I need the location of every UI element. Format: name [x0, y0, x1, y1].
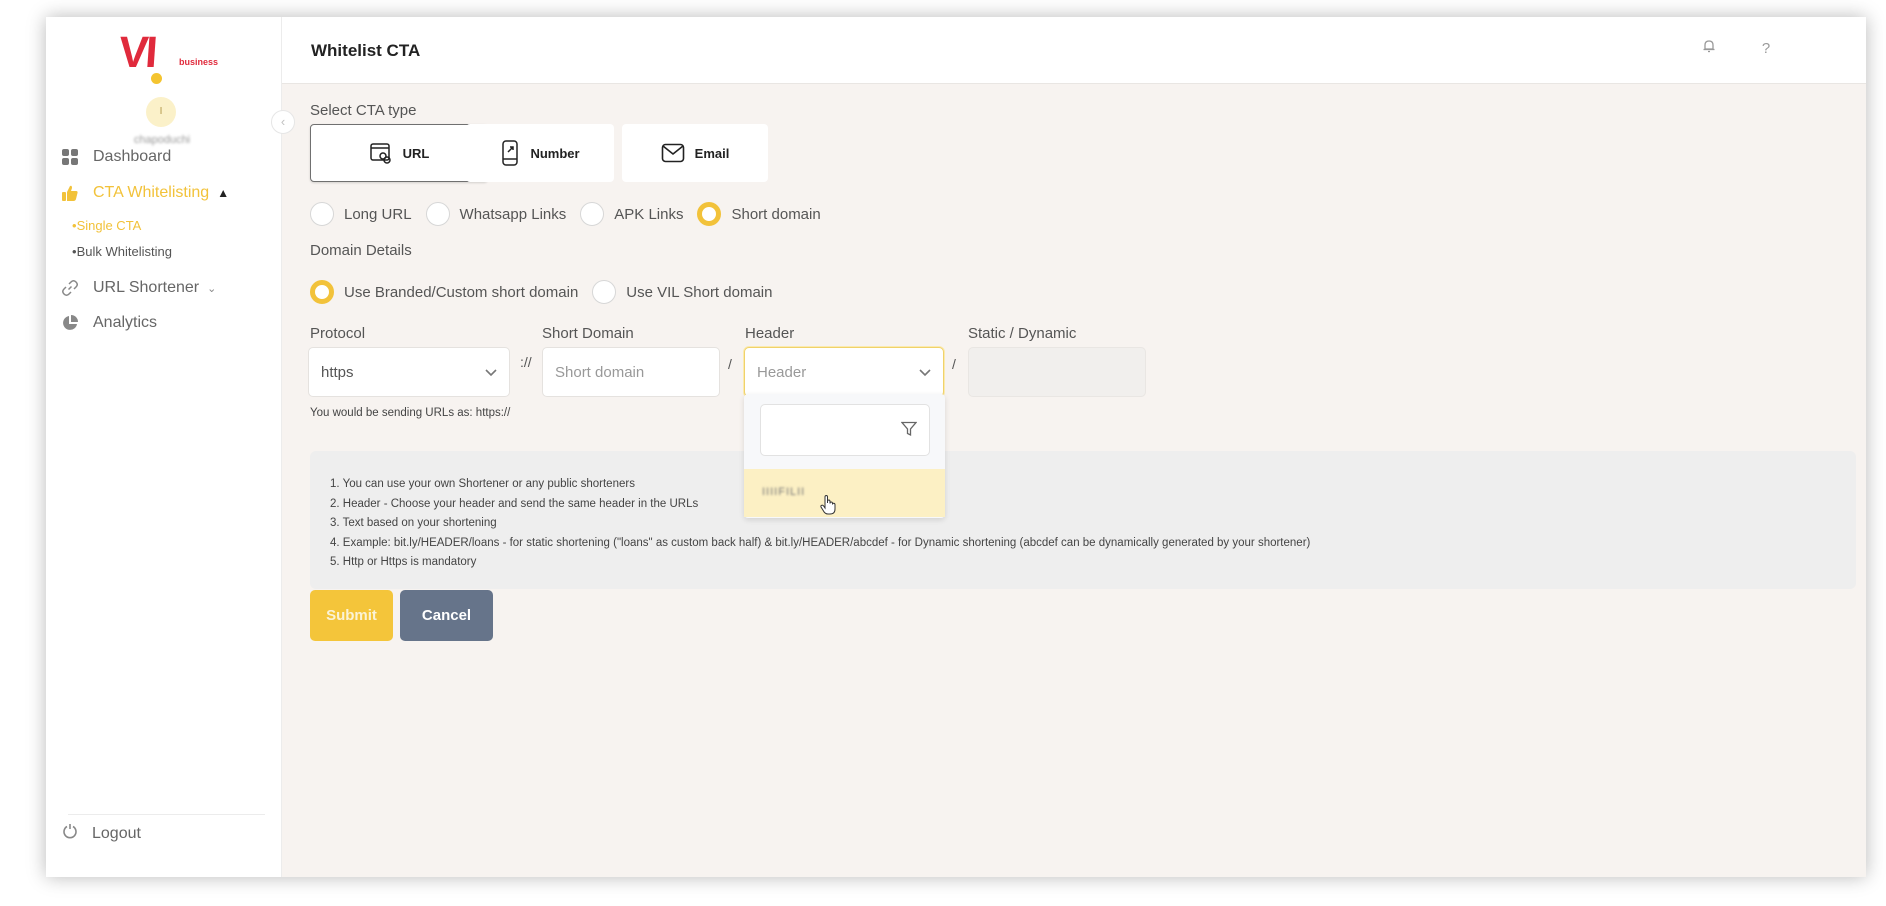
sidebar-item-label: URL Shortener	[93, 279, 200, 296]
static-dynamic-label: Static / Dynamic	[968, 325, 1077, 342]
radio-long-url[interactable]: Long URL	[310, 202, 412, 226]
sidebar-subitem-label: Single CTA	[76, 218, 142, 233]
top-bar: Whitelist CTA ?	[282, 17, 1866, 84]
sidebar-item-label: CTA Whitelisting	[93, 184, 210, 201]
filter-icon	[900, 421, 918, 442]
radio-label: APK Links	[614, 205, 684, 223]
cta-type-label: URL	[402, 145, 430, 161]
radio-vil-short-domain[interactable]: Use VIL Short domain	[592, 280, 772, 304]
protocol-label: Protocol	[310, 325, 366, 342]
mail-icon	[661, 143, 685, 163]
radio-indicator	[425, 202, 450, 226]
protocol-select[interactable]: https	[308, 347, 510, 397]
cta-type-number[interactable]: Number	[466, 124, 614, 182]
path-separator: /	[728, 356, 732, 372]
radio-indicator	[580, 202, 605, 226]
chevron-left-icon: ‹	[280, 114, 286, 129]
sidebar: VI business I chapoduchi Dashboard CTA W…	[46, 17, 282, 877]
sidebar-subitem-single-cta[interactable]: •Single CTA	[72, 218, 141, 233]
radio-label: Short domain	[731, 205, 821, 223]
domain-details-label: Domain Details	[310, 242, 412, 259]
cta-type-url[interactable]: URL	[310, 124, 488, 182]
chevron-down-icon: ⌄	[207, 282, 217, 295]
header-option[interactable]: IIIIFILII	[744, 469, 945, 517]
cta-type-email[interactable]: Email	[622, 124, 768, 182]
grid-icon	[60, 147, 80, 167]
logo-dot	[151, 73, 162, 84]
header-filter-input[interactable]	[760, 404, 930, 456]
hand-cursor-icon	[820, 494, 836, 520]
avatar[interactable]: I	[146, 97, 176, 127]
info-notes-box: 1. You can use your own Shortener or any…	[310, 451, 1856, 589]
url-type-radio-group: Long URL Whatsapp Links APK Links Short …	[310, 202, 835, 226]
url-link-icon	[369, 141, 393, 165]
chevron-up-icon: ▲	[217, 186, 230, 200]
sidebar-item-cta-whitelisting[interactable]: CTA Whitelisting ▲	[60, 183, 229, 203]
main-content: Select CTA type URL Number Email Long UR…	[282, 84, 1866, 877]
thumbs-up-icon	[60, 183, 80, 203]
chevron-down-icon	[919, 365, 931, 380]
protocol-value: https	[321, 363, 354, 381]
sidebar-item-analytics[interactable]: Analytics	[60, 313, 157, 333]
username: chapoduchi	[133, 134, 191, 146]
radio-short-domain[interactable]: Short domain	[697, 202, 821, 226]
phone-icon	[500, 140, 520, 166]
cta-type-label: Number	[530, 145, 580, 161]
note-item: 5. Http or Https is mandatory	[330, 556, 477, 569]
app-window: VI business I chapoduchi Dashboard CTA W…	[46, 17, 1866, 877]
sidebar-item-label: Analytics	[93, 314, 158, 331]
protocol-separator: ://	[520, 354, 532, 370]
sidebar-item-label: Dashboard	[93, 148, 172, 165]
radio-label: Use VIL Short domain	[626, 283, 773, 301]
logout-button[interactable]: Logout	[62, 823, 141, 844]
radio-indicator	[310, 202, 334, 226]
help-icon[interactable]: ?	[1754, 37, 1778, 61]
url-preview-text: You would be sending URLs as: https://	[310, 407, 511, 419]
short-domain-placeholder: Short domain	[555, 363, 645, 381]
static-dynamic-input[interactable]	[968, 347, 1146, 397]
short-domain-label: Short Domain	[542, 325, 634, 342]
logout-label: Logout	[92, 824, 141, 842]
vi-business-logo: VI business	[112, 27, 252, 84]
radio-whatsapp-links[interactable]: Whatsapp Links	[425, 202, 567, 226]
cancel-button[interactable]: Cancel	[400, 590, 493, 641]
bell-icon[interactable]	[1697, 37, 1721, 61]
note-item: 4. Example: bit.ly/HEADER/loans - for st…	[330, 536, 1311, 549]
link-icon	[60, 278, 80, 298]
pie-chart-icon	[60, 313, 80, 333]
header-option-label: IIIIFILII	[762, 486, 806, 498]
header-placeholder: Header	[757, 363, 807, 381]
header-dropdown: IIIIFILII	[744, 394, 945, 518]
sidebar-subitem-label: Bulk Whitelisting	[76, 244, 172, 259]
radio-label: Use Branded/Custom short domain	[344, 283, 579, 301]
radio-label: Long URL	[344, 205, 412, 223]
sidebar-collapse-button[interactable]: ‹	[271, 110, 295, 134]
submit-button[interactable]: Submit	[310, 590, 393, 641]
radio-indicator	[310, 280, 334, 304]
sidebar-item-dashboard[interactable]: Dashboard	[60, 147, 171, 167]
header-select[interactable]: Header	[744, 347, 944, 397]
chevron-down-icon	[485, 365, 497, 380]
short-domain-input[interactable]: Short domain	[542, 347, 720, 397]
sidebar-divider	[68, 814, 265, 815]
radio-indicator	[592, 280, 617, 304]
sidebar-subitem-bulk-whitelisting[interactable]: •Bulk Whitelisting	[72, 244, 172, 259]
path-separator: /	[952, 356, 956, 372]
radio-apk-links[interactable]: APK Links	[580, 202, 683, 226]
domain-option-radio-group: Use Branded/Custom short domain Use VIL …	[310, 280, 786, 304]
radio-indicator	[697, 202, 722, 226]
cta-type-label: Email	[694, 145, 730, 161]
radio-branded-domain[interactable]: Use Branded/Custom short domain	[310, 280, 578, 304]
logo-subtext: business	[179, 57, 219, 67]
logo-text: VI	[117, 28, 157, 77]
radio-label: Whatsapp Links	[459, 205, 567, 223]
power-icon	[62, 823, 78, 844]
header-label: Header	[745, 325, 795, 342]
page-title: Whitelist CTA	[311, 41, 421, 60]
sidebar-item-url-shortener[interactable]: URL Shortener ⌄	[60, 278, 216, 298]
cta-type-label: Select CTA type	[310, 102, 417, 119]
